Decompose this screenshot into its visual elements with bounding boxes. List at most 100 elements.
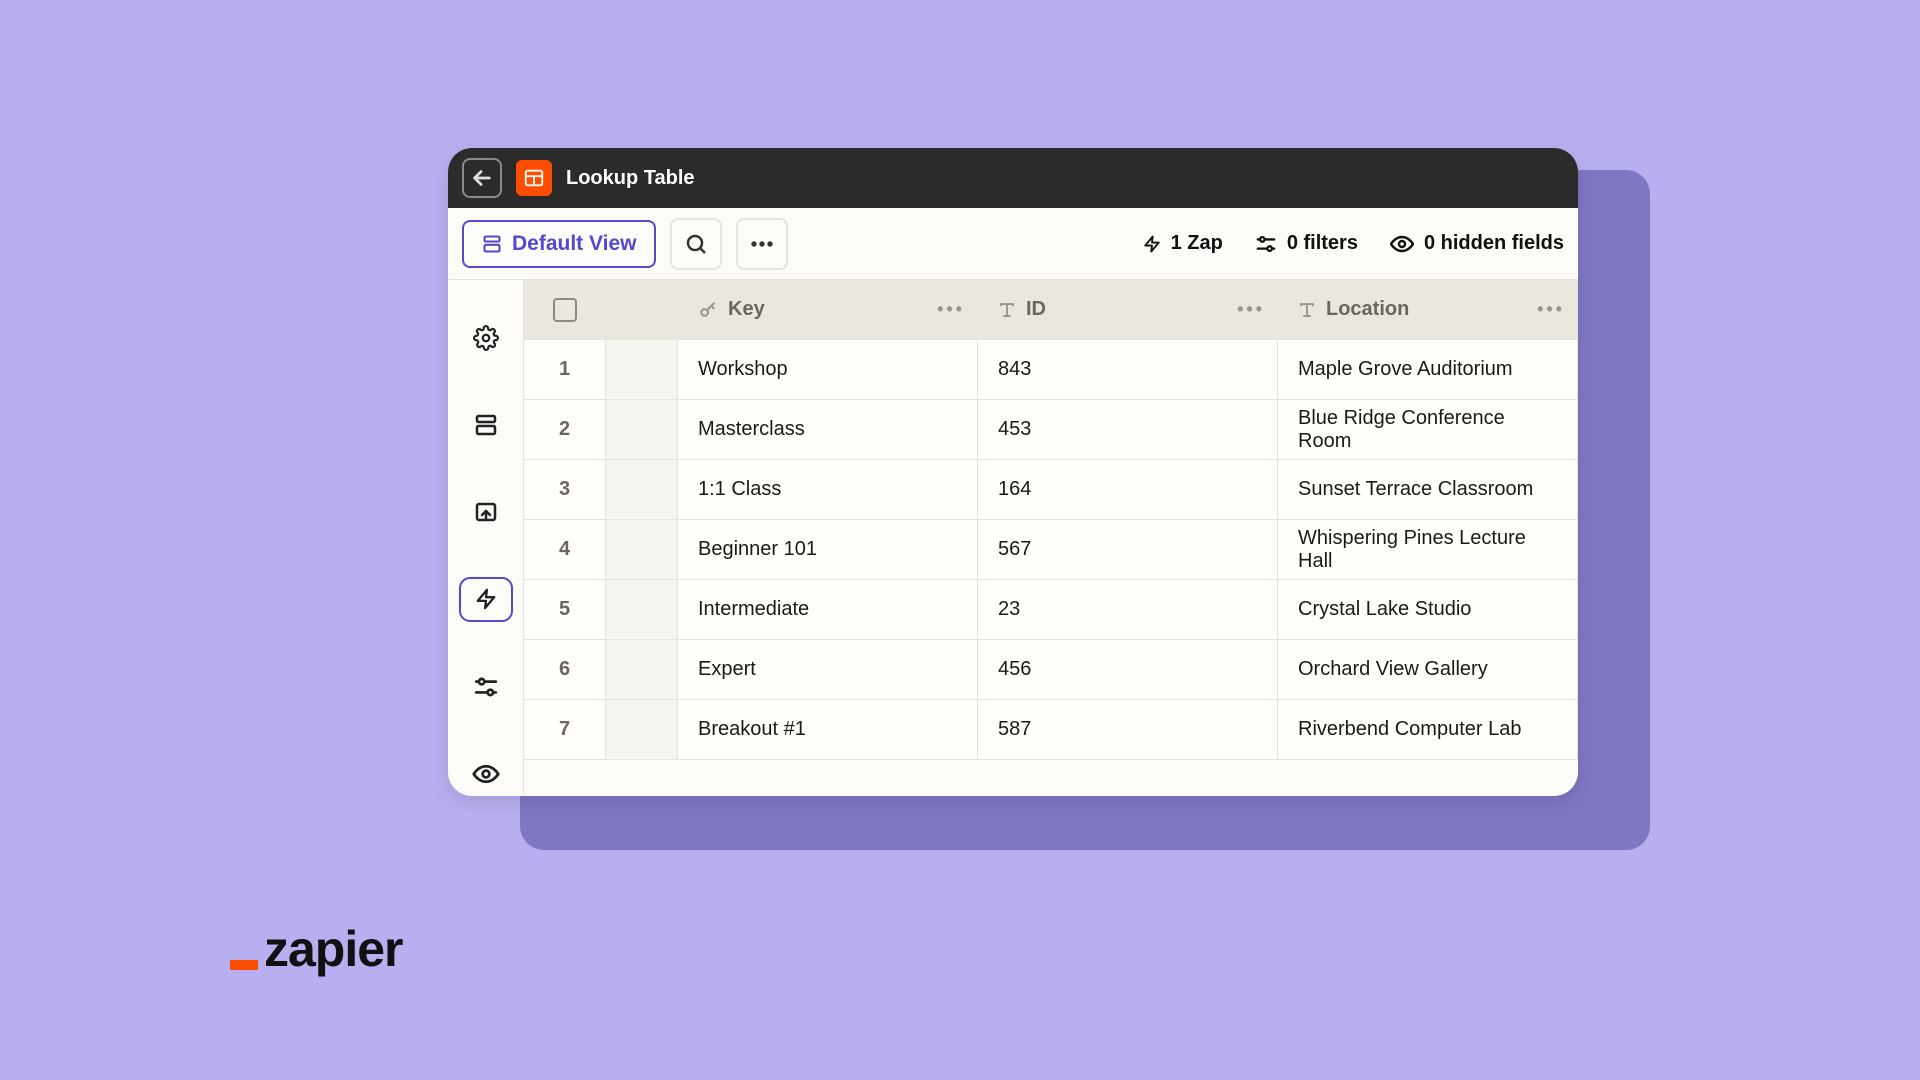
text-icon <box>1298 301 1316 319</box>
table-row[interactable]: 1 Workshop843Maple Grove Auditorium <box>524 340 1578 400</box>
bolt-icon <box>475 588 497 610</box>
more-button[interactable] <box>736 218 788 270</box>
hidden-fields-count[interactable]: 0 hidden fields <box>1390 232 1564 255</box>
search-button[interactable] <box>670 218 722 270</box>
cell-id[interactable]: 843 <box>978 340 1278 400</box>
table-row[interactable]: 2 Masterclass453Blue Ridge Conference Roo… <box>524 400 1578 460</box>
sidebar-hide-fields[interactable] <box>459 751 513 796</box>
row-number: 7 <box>524 700 606 760</box>
view-icon <box>482 234 502 254</box>
column-header-location[interactable]: Location ••• <box>1278 280 1578 340</box>
select-all-checkbox[interactable] <box>553 298 577 322</box>
cell-location[interactable]: Crystal Lake Studio <box>1278 580 1578 640</box>
gear-icon <box>473 325 499 351</box>
column-actions-location[interactable]: ••• <box>1537 299 1565 320</box>
cell-key[interactable]: 1:1 Class <box>678 460 978 520</box>
filters-count-label: 0 filters <box>1287 232 1358 255</box>
cell-id[interactable]: 456 <box>978 640 1278 700</box>
row-number: 5 <box>524 580 606 640</box>
table-app-icon <box>516 160 552 196</box>
row-number: 2 <box>524 400 606 460</box>
cell-location[interactable]: Whispering Pines Lecture Hall <box>1278 520 1578 580</box>
eye-icon <box>1390 235 1414 253</box>
sidebar-import[interactable] <box>459 490 513 535</box>
table: Key ••• ID ••• Location ••• 1 Workshop843… <box>524 280 1578 796</box>
arrow-left-icon <box>471 167 493 189</box>
table-row[interactable]: 6 Expert456Orchard View Gallery <box>524 640 1578 700</box>
row-handle[interactable] <box>606 580 678 640</box>
cell-key[interactable]: Beginner 101 <box>678 520 978 580</box>
zapier-wordmark: zapier <box>264 920 403 978</box>
column-actions-id[interactable]: ••• <box>1237 299 1265 320</box>
table-row[interactable]: 4 Beginner 101567Whispering Pines Lecture… <box>524 520 1578 580</box>
cell-key[interactable]: Intermediate <box>678 580 978 640</box>
column-header-id[interactable]: ID ••• <box>978 280 1278 340</box>
more-horizontal-icon <box>750 240 774 248</box>
cell-location[interactable]: Blue Ridge Conference Room <box>1278 400 1578 460</box>
page-title: Lookup Table <box>566 167 695 190</box>
view-selector[interactable]: Default View <box>462 220 656 268</box>
table-row[interactable]: 5 Intermediate23Crystal Lake Studio <box>524 580 1578 640</box>
sidebar <box>448 280 524 796</box>
sidebar-views[interactable] <box>459 403 513 448</box>
row-handle[interactable] <box>606 340 678 400</box>
view-selector-label: Default View <box>512 232 636 256</box>
search-icon <box>684 232 708 256</box>
row-handle[interactable] <box>606 700 678 760</box>
zapier-underscore-icon <box>230 960 258 970</box>
cell-id[interactable]: 567 <box>978 520 1278 580</box>
row-handle[interactable] <box>606 640 678 700</box>
row-number: 4 <box>524 520 606 580</box>
zap-count[interactable]: 1 Zap <box>1143 232 1223 255</box>
column-header-key-label: Key <box>728 298 765 321</box>
select-all-header <box>524 280 606 340</box>
sidebar-filter[interactable] <box>459 664 513 709</box>
toolbar-right: 1 Zap 0 filters 0 hidden fields <box>1143 232 1564 255</box>
zapier-logo: zapier <box>230 920 403 978</box>
cell-key[interactable]: Workshop <box>678 340 978 400</box>
row-number: 3 <box>524 460 606 520</box>
hidden-fields-count-label: 0 hidden fields <box>1424 232 1564 255</box>
row-handle[interactable] <box>606 520 678 580</box>
filters-icon <box>473 677 499 697</box>
table-row[interactable]: 3 1:1 Class164Sunset Terrace Classroom <box>524 460 1578 520</box>
row-number: 1 <box>524 340 606 400</box>
column-actions-key[interactable]: ••• <box>937 299 965 320</box>
row-handle[interactable] <box>606 400 678 460</box>
key-icon <box>698 300 718 320</box>
row-handle[interactable] <box>606 460 678 520</box>
sidebar-automations[interactable] <box>459 577 513 623</box>
body: Key ••• ID ••• Location ••• 1 Workshop843… <box>448 280 1578 796</box>
back-button[interactable] <box>462 158 502 198</box>
cell-location[interactable]: Maple Grove Auditorium <box>1278 340 1578 400</box>
filters-count[interactable]: 0 filters <box>1255 232 1358 255</box>
sidebar-settings[interactable] <box>459 316 513 361</box>
table-header-row: Key ••• ID ••• Location ••• <box>524 280 1578 340</box>
zap-count-label: 1 Zap <box>1171 232 1223 255</box>
row-number: 6 <box>524 640 606 700</box>
eye-icon <box>472 764 500 784</box>
cell-key[interactable]: Masterclass <box>678 400 978 460</box>
column-header-id-label: ID <box>1026 298 1046 321</box>
title-bar: Lookup Table <box>448 148 1578 208</box>
toolbar: Default View 1 Zap 0 filters 0 hidden fi… <box>448 208 1578 280</box>
cell-id[interactable]: 164 <box>978 460 1278 520</box>
row-handle-header <box>606 280 678 340</box>
cell-key[interactable]: Breakout #1 <box>678 700 978 760</box>
cell-location[interactable]: Orchard View Gallery <box>1278 640 1578 700</box>
column-header-location-label: Location <box>1326 298 1409 321</box>
view-icon <box>474 413 498 437</box>
import-icon <box>474 500 498 524</box>
table-row[interactable]: 7 Breakout #1587Riverbend Computer Lab <box>524 700 1578 760</box>
cell-key[interactable]: Expert <box>678 640 978 700</box>
cell-id[interactable]: 587 <box>978 700 1278 760</box>
filters-icon <box>1255 235 1277 253</box>
cell-id[interactable]: 453 <box>978 400 1278 460</box>
cell-location[interactable]: Sunset Terrace Classroom <box>1278 460 1578 520</box>
text-icon <box>998 301 1016 319</box>
bolt-icon <box>1143 235 1161 253</box>
cell-id[interactable]: 23 <box>978 580 1278 640</box>
cell-location[interactable]: Riverbend Computer Lab <box>1278 700 1578 760</box>
app-window: Lookup Table Default View 1 Zap 0 filter… <box>448 148 1578 796</box>
column-header-key[interactable]: Key ••• <box>678 280 978 340</box>
